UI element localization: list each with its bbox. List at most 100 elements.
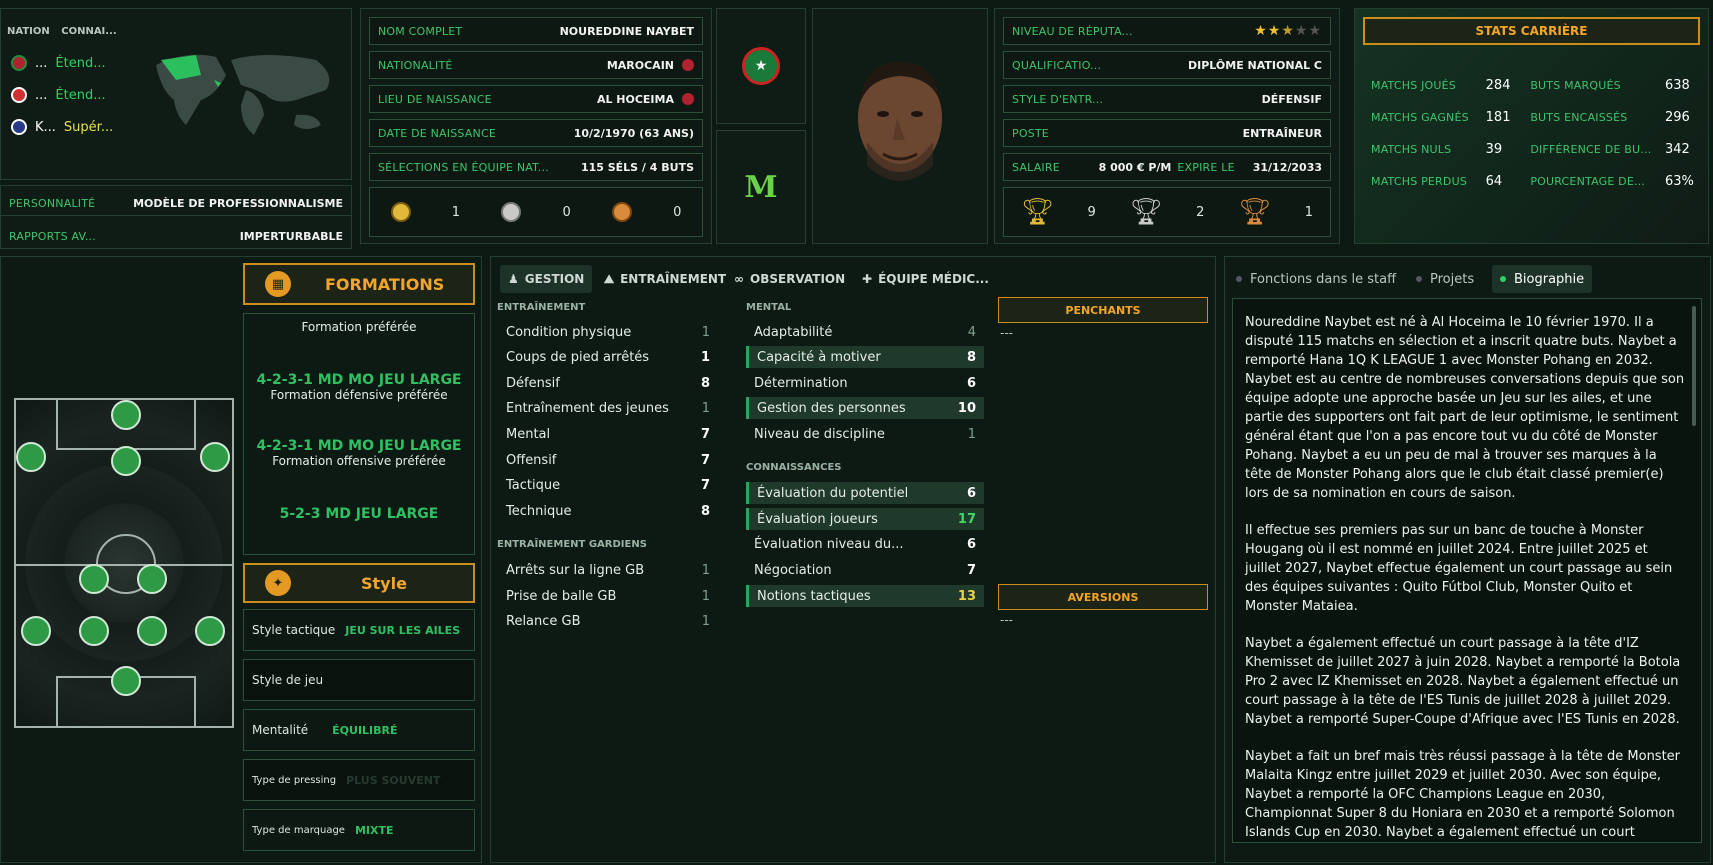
manager-portrait <box>858 61 942 181</box>
defensive-formation[interactable]: 4-2-3-1 MD MO JEU LARGE <box>244 372 474 388</box>
likes-value: --- <box>1000 326 1013 340</box>
career-panel: STATS CARRIÈRE MATCHS JOUÉS 284 BUTS MARQ… <box>1354 8 1709 244</box>
full-name-row: NOM COMPLET NOUREDDINE NAYBET <box>369 17 703 45</box>
player-dot[interactable] <box>79 564 109 594</box>
training-section-title: ENTRAÎNEMENT <box>497 302 586 313</box>
flag-icon <box>682 93 694 105</box>
attribute-row[interactable]: Détermination 6 <box>746 372 984 394</box>
attribute-row[interactable]: Négociation 7 <box>746 559 984 581</box>
info-panel: NIVEAU DE RÉPUTA... ★★★★★ QUALIFICATIO..… <box>994 8 1340 244</box>
attribute-row[interactable]: Capacité à motiver 8 <box>746 346 984 368</box>
bio-tab-staff[interactable]: Fonctions dans le staff <box>1236 267 1396 291</box>
attribute-row[interactable]: Arrêts sur la ligne GB 1 <box>498 559 718 581</box>
player-dot[interactable] <box>111 400 141 430</box>
nation-row[interactable]: ... Étend... <box>11 55 106 71</box>
attribute-row[interactable]: Condition physique 1 <box>498 321 718 343</box>
attribute-row[interactable]: Tactique 7 <box>498 474 718 496</box>
bronze-medal-icon <box>611 202 632 222</box>
goalkeeper-dot[interactable] <box>111 666 141 696</box>
tab-dot-icon <box>1236 276 1242 282</box>
tab-gestion[interactable]: ♟ GESTION <box>500 265 593 293</box>
career-stats: MATCHS JOUÉS 284 BUTS MARQUÉS 638 MATCHS G… <box>1371 77 1694 189</box>
player-dot[interactable] <box>111 446 141 476</box>
crest-panel: ★ <box>716 8 806 124</box>
attribute-row[interactable]: Évaluation joueurs 17 <box>746 508 984 530</box>
tab-training[interactable]: ⛰ ENTRAÎNEMENT <box>596 265 734 293</box>
formation-pitch[interactable] <box>14 398 234 728</box>
flag-icon <box>11 55 27 71</box>
formations-button[interactable]: ▦ FORMATIONS <box>243 263 475 305</box>
trophies-row: 🏆︎ 9 🏆︎ 2 🏆︎ 1 <box>1003 187 1331 237</box>
player-dot[interactable] <box>79 616 109 646</box>
birthplace-row[interactable]: LIEU DE NAISSANCE AL HOCEIMA <box>369 85 703 113</box>
style-row-mentality: Mentalité ÉQUILIBRÉ <box>243 709 475 751</box>
offensive-formation[interactable]: 4-2-3-1 MD MO JEU LARGE <box>244 438 474 454</box>
caps-row: SÉLECTIONS EN ÉQUIPE NAT... 115 SÉLS / 4… <box>369 153 703 181</box>
player-dot[interactable] <box>137 564 167 594</box>
flag-icon <box>682 59 694 71</box>
player-dot[interactable] <box>195 616 225 646</box>
tab-dot-icon <box>1500 276 1506 282</box>
medals-row: 1 0 0 <box>369 187 703 237</box>
attribute-row[interactable]: Relance GB 1 <box>498 610 718 632</box>
third-formation[interactable]: 5-2-3 MD JEU LARGE <box>244 506 474 522</box>
knowledge-section-title: CONNAISSANCES <box>746 462 842 473</box>
nation-row[interactable]: ... Étend... <box>11 87 106 103</box>
style-row-marking: Type de marquage MIXTE <box>243 809 475 851</box>
attribute-row[interactable]: Évaluation du potentiel 6 <box>746 482 984 504</box>
flag-icon <box>11 87 27 103</box>
attribute-row[interactable]: Entraînement des jeunes 1 <box>498 397 718 419</box>
gold-medal-icon <box>390 202 411 222</box>
formations-list: Formation préférée 4-2-3-1 MD MO JEU LAR… <box>243 313 475 555</box>
nationality-row[interactable]: NATIONALITÉ MAROCAIN <box>369 51 703 79</box>
personality-row: PERSONNALITÉ MODÈLE DE PROFESSIONNALISME <box>1 192 351 216</box>
attribute-row[interactable]: Gestion des personnes 10 <box>746 397 984 419</box>
attribute-row[interactable]: Prise de balle GB 1 <box>498 585 718 607</box>
reputation-row: NIVEAU DE RÉPUTA... ★★★★★ <box>1003 17 1331 45</box>
tab-medical[interactable]: ✚ ÉQUIPE MÉDIC... <box>854 265 997 293</box>
bio-tab-biography[interactable]: Biographie <box>1492 265 1593 293</box>
silver-trophy-icon: 🏆︎ <box>1129 197 1163 227</box>
bio-paragraph: Noureddine Naybet est né à Al Hoceima le… <box>1245 315 1685 501</box>
style-button[interactable]: ✦ Style <box>243 563 475 603</box>
binoculars-icon: ∞ <box>734 272 744 286</box>
national-crest-icon: ★ <box>742 47 780 85</box>
bio-scrollbar[interactable] <box>1692 306 1696 426</box>
bio-tab-projects[interactable]: Projets <box>1416 267 1474 291</box>
bronze-trophy-icon: 🏆︎ <box>1238 197 1272 227</box>
profile-panel: NOM COMPLET NOUREDDINE NAYBET NATIONALIT… <box>360 8 712 244</box>
position-row: POSTE ENTRAÎNEUR <box>1003 119 1331 147</box>
dislikes-value: --- <box>1000 613 1013 627</box>
attribute-row[interactable]: Coups de pied arrêtés 1 <box>498 346 718 368</box>
attribute-row[interactable]: Niveau de discipline 1 <box>746 423 984 445</box>
attribute-row[interactable]: Notions tactiques 13 <box>746 585 984 607</box>
club-logo-panel: M <box>716 130 806 244</box>
player-dot[interactable] <box>16 442 46 472</box>
nation-row[interactable]: K... Supér... <box>11 119 113 135</box>
manager-icon: ♟ <box>508 272 519 286</box>
attribute-row[interactable]: Adaptabilité 4 <box>746 321 984 343</box>
tab-scouting[interactable]: ∞ OBSERVATION <box>726 265 853 293</box>
style-row-tactical: Style tactique JEU SUR LES AILES <box>243 609 475 651</box>
attribute-row[interactable]: Mental 7 <box>498 423 718 445</box>
style-row-pressing: Type de pressing PLUS SOUVENT <box>243 759 475 801</box>
career-title[interactable]: STATS CARRIÈRE <box>1363 17 1700 45</box>
birthdate-row: DATE DE NAISSANCE 10/2/1970 (63 ANS) <box>369 119 703 147</box>
salary-row: SALAIRE 8 000 € P/M EXPIRE LE 31/12/2033 <box>1003 153 1331 181</box>
gold-trophy-icon: 🏆︎ <box>1020 197 1054 227</box>
club-logo-icon: M <box>744 169 778 205</box>
player-dot[interactable] <box>137 616 167 646</box>
reputation-stars: ★★★★★ <box>1254 23 1322 39</box>
attribute-row[interactable]: Défensif 8 <box>498 372 718 394</box>
attribute-row[interactable]: Évaluation niveau du... 6 <box>746 533 984 555</box>
player-dot[interactable] <box>21 616 51 646</box>
biography-text: Noureddine Naybet est né à Al Hoceima le… <box>1232 298 1702 843</box>
tactics-panel: ▦ FORMATIONS Formation préférée 4-2-3-1 … <box>0 256 482 863</box>
tab-dot-icon <box>1416 276 1422 282</box>
coaching-style-row: STYLE D'ENTR... DÉFENSIF <box>1003 85 1331 113</box>
attribute-row[interactable]: Offensif 7 <box>498 449 718 471</box>
player-dot[interactable] <box>200 442 230 472</box>
attribute-row[interactable]: Technique 8 <box>498 500 718 522</box>
bio-paragraph: Il effectue ses premiers pas sur un banc… <box>1245 523 1673 614</box>
medical-icon: ✚ <box>862 272 873 286</box>
